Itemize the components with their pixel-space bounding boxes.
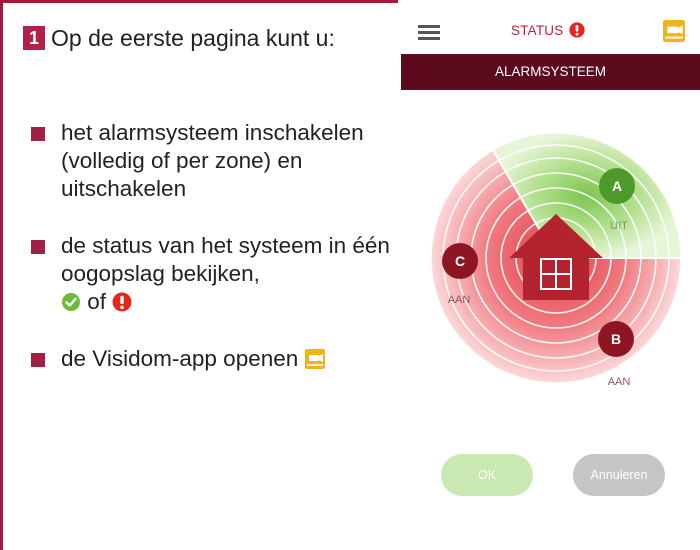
zone-b-letter: B: [611, 331, 621, 347]
list-item-text: de Visidom-app openen: [61, 346, 299, 371]
hamburger-menu-icon[interactable]: [418, 25, 440, 40]
exclamation-alert-icon: [112, 292, 132, 312]
check-circle-icon: [62, 293, 80, 311]
zone-a-state: UIT: [610, 220, 628, 232]
list-item-text: de status van het systeem in één oogopsl…: [61, 233, 390, 286]
app-screen: STATUS ALARMSYSTEEM A UIT C AAN B AAN OK…: [401, 0, 700, 550]
list-item: het alarmsysteem inschakelen (volledig o…: [31, 119, 391, 203]
status-indicator[interactable]: STATUS: [511, 22, 586, 38]
zone-b-state: AAN: [608, 376, 631, 388]
bullet-square-icon: [31, 353, 45, 367]
zone-a-letter: A: [612, 178, 622, 194]
bullet-square-icon: [31, 127, 45, 141]
description-panel: 1 Op de eerste pagina kunt u: het alarmsy…: [0, 0, 398, 550]
feature-list: het alarmsysteem inschakelen (volledig o…: [31, 119, 391, 402]
ok-button[interactable]: OK: [441, 454, 533, 496]
camera-app-icon[interactable]: [663, 20, 685, 42]
zone-c-state: AAN: [448, 294, 471, 306]
zone-radar: A UIT C AAN B AAN: [430, 132, 682, 388]
step-number-badge: 1: [23, 26, 45, 50]
intro-heading: 1 Op de eerste pagina kunt u:: [23, 23, 363, 53]
list-item: de status van het systeem in één oogopsl…: [31, 232, 391, 316]
cancel-button[interactable]: Annuleren: [573, 454, 665, 496]
app-header: STATUS: [401, 0, 700, 58]
camera-app-icon: [304, 349, 325, 369]
page-title: ALARMSYSTEEM: [401, 54, 700, 90]
list-item: de Visidom-app openen: [31, 345, 391, 373]
list-item-connector: of: [87, 289, 107, 314]
bullet-square-icon: [31, 240, 45, 254]
status-label: STATUS: [511, 22, 564, 38]
exclamation-alert-icon: [569, 22, 586, 38]
intro-heading-text: Op de eerste pagina kunt u:: [51, 25, 335, 51]
zone-c-letter: C: [455, 253, 465, 269]
list-item-text: het alarmsysteem inschakelen (volledig o…: [61, 120, 364, 201]
